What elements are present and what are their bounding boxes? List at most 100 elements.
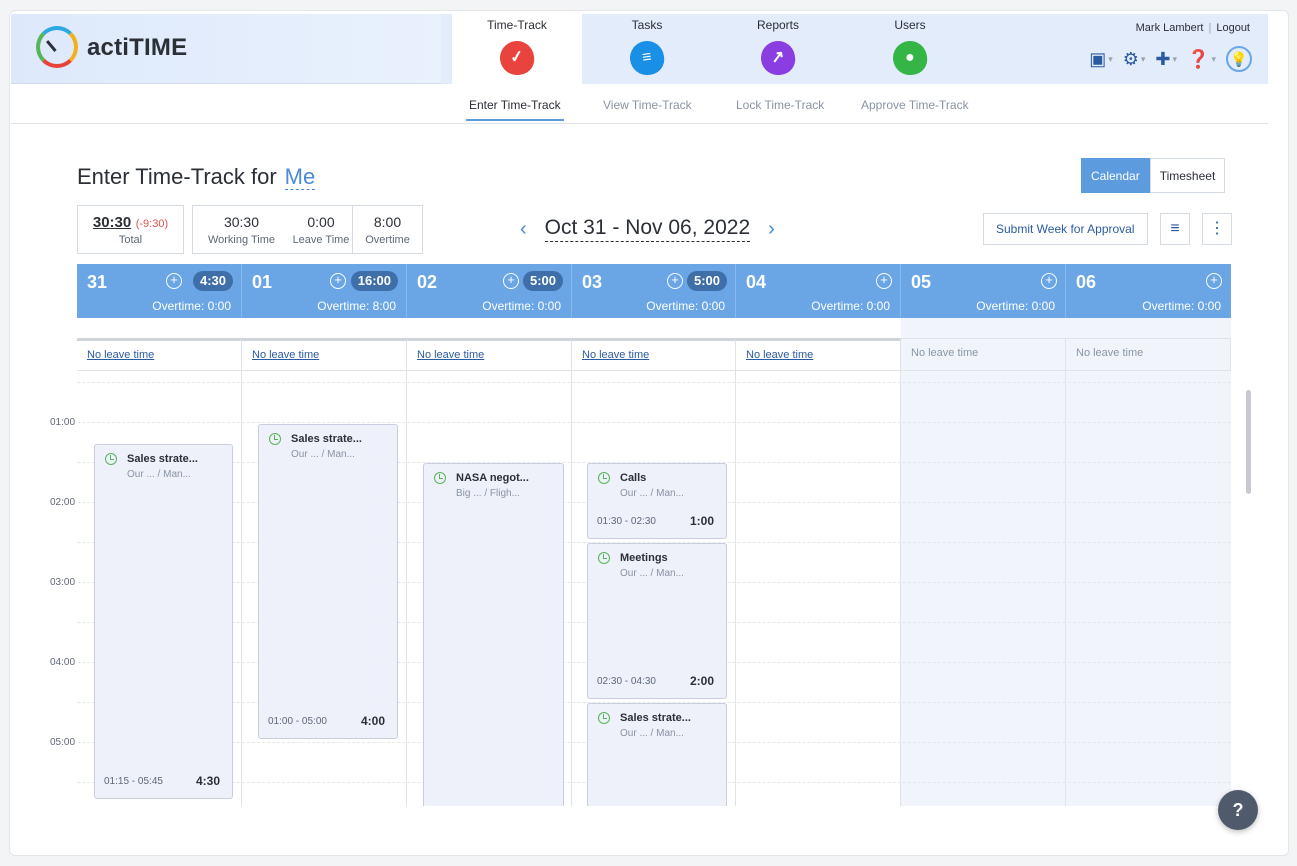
day-column-weekend[interactable] <box>901 371 1066 806</box>
add-entry-icon[interactable]: + <box>166 273 182 289</box>
leave-time-value: 0:00 <box>307 214 335 230</box>
chevron-down-icon: ▾ <box>1108 53 1113 64</box>
no-leave-time-link[interactable]: No leave time <box>746 349 813 361</box>
day-number: 05 <box>911 272 932 292</box>
previous-week-button[interactable]: ‹ <box>520 218 527 241</box>
weekend-spacer <box>901 318 1231 338</box>
top-navigation-bar: actiTIME Time-Track ✓ Tasks ≡ Reports ↗ … <box>11 14 1268 84</box>
overtime: 8:00 Overtime <box>352 206 422 253</box>
total-value[interactable]: 30:30 <box>93 214 131 231</box>
subtab-view-time-track[interactable]: View Time-Track <box>603 98 692 112</box>
clock-icon <box>105 453 117 465</box>
working-time-caption: Working Time <box>207 234 276 246</box>
gear-icon: ⚙ <box>1122 48 1139 69</box>
lightbulb-icon[interactable]: 💡 <box>1226 46 1252 72</box>
clock-icon <box>598 472 610 484</box>
list-icon: ≡ <box>627 38 667 78</box>
week-range-selector[interactable]: Oct 31 - Nov 06, 2022 <box>544 216 751 242</box>
module-tab-tasks[interactable]: Tasks ≡ <box>582 14 712 84</box>
entry-task: NASA negot... <box>456 472 529 484</box>
time-entry[interactable]: Calls Our ... / Man... 01:30 - 02:30 1:0… <box>587 463 727 539</box>
overtime-caption: Overtime <box>365 234 410 246</box>
no-leave-time-link[interactable]: No leave time <box>87 349 154 361</box>
page-title-text: Enter Time-Track for <box>77 164 277 189</box>
user-selector[interactable]: Me <box>284 164 316 190</box>
subtab-lock-time-track[interactable]: Lock Time-Track <box>736 98 824 112</box>
day-total-badge: 4:30 <box>192 271 233 291</box>
no-leave-time-link[interactable]: No leave time <box>252 349 319 361</box>
next-week-button[interactable]: › <box>768 218 775 241</box>
grid-line <box>77 382 1231 383</box>
more-options-button[interactable]: ⋮ <box>1202 213 1232 245</box>
entry-duration: 4:00 <box>360 714 385 728</box>
subtab-enter-time-track[interactable]: Enter Time-Track <box>466 98 564 121</box>
submit-week-button[interactable]: Submit Week for Approval <box>983 213 1148 245</box>
time-entry[interactable]: Sales strate... Our ... / Man... 01:15 -… <box>94 444 233 799</box>
day-column[interactable] <box>736 371 901 806</box>
question-icon: ❓ <box>1187 48 1210 69</box>
day-total-badge: 16:00 <box>350 271 398 291</box>
time-entry[interactable]: Sales strate... Our ... / Man... <box>587 703 727 806</box>
week-navigator: ‹ Oct 31 - Nov 06, 2022 › <box>520 216 775 242</box>
time-entry[interactable]: NASA negot... Big ... / Fligh... <box>423 463 564 806</box>
help-button[interactable]: ? <box>1218 790 1258 830</box>
day-column-weekend[interactable] <box>1066 371 1231 806</box>
add-entry-icon[interactable]: + <box>330 273 346 289</box>
entry-project: Our ... / Man... <box>127 469 191 480</box>
day-overtime: Overtime: 8:00 <box>317 299 396 313</box>
clock-icon <box>598 552 610 564</box>
total-difference: (-9:30) <box>135 218 169 230</box>
entry-project: Our ... / Man... <box>620 568 684 579</box>
no-leave-time-link[interactable]: No leave time <box>582 349 649 361</box>
vertical-scrollbar[interactable] <box>1246 390 1251 494</box>
leave-row: No leave time <box>901 338 1066 371</box>
module-tab-users[interactable]: Users ● <box>845 14 975 84</box>
logo-area[interactable]: actiTIME <box>11 14 441 84</box>
puzzle-icon: ✚ <box>1155 48 1171 69</box>
day-header: 02 + 5:00 Overtime: 0:00 <box>407 264 572 318</box>
day-header: 31 + 4:30 Overtime: 0:00 <box>77 264 242 318</box>
module-tab-label: Tasks <box>631 18 663 32</box>
time-breakdown: 30:30 Working Time 0:00 Leave Time 8:00 … <box>192 205 423 254</box>
timesheet-view-button[interactable]: Timesheet <box>1149 158 1226 193</box>
list-view-button[interactable]: ≡ <box>1160 213 1190 245</box>
module-tab-time-track[interactable]: Time-Track ✓ <box>452 14 582 84</box>
calendar-view-button[interactable]: Calendar <box>1081 158 1150 193</box>
day-overtime: Overtime: 0:00 <box>646 299 725 313</box>
help-menu-button[interactable]: ❓ ▾ <box>1187 49 1216 70</box>
subtab-approve-time-track[interactable]: Approve Time-Track <box>861 98 969 112</box>
day-header: 06 + Overtime: 0:00 <box>1066 264 1231 318</box>
overtime-value: 8:00 <box>373 214 402 230</box>
logout-link[interactable]: Logout <box>1216 22 1250 34</box>
working-time-value: 30:30 <box>223 214 260 230</box>
day-number: 31 <box>87 272 108 292</box>
settings-menu-button[interactable]: ⚙ ▾ <box>1123 49 1146 70</box>
view-toggle: Calendar Timesheet <box>1081 158 1226 193</box>
entry-project: Our ... / Man... <box>291 449 355 460</box>
toolbar-icons: ▣ ▾ ⚙ ▾ ✚ ▾ ❓ ▾ 💡 <box>1089 46 1252 72</box>
add-entry-icon[interactable]: + <box>503 273 519 289</box>
addons-menu-button[interactable]: ✚ ▾ <box>1155 49 1177 70</box>
entry-project: Big ... / Fligh... <box>456 488 520 499</box>
no-leave-time-link[interactable]: No leave time <box>417 349 484 361</box>
add-entry-icon[interactable]: + <box>1041 273 1057 289</box>
total-summary: 30:30 (-9:30) Total <box>77 205 184 254</box>
actitime-logo-icon <box>36 26 78 68</box>
user-name-link[interactable]: Mark Lambert <box>1136 22 1204 34</box>
module-tab-label: Time-Track <box>487 18 547 32</box>
add-entry-icon[interactable]: + <box>667 273 683 289</box>
time-entry[interactable]: Meetings Our ... / Man... 02:30 - 04:30 … <box>587 543 727 699</box>
module-tab-reports[interactable]: Reports ↗ <box>713 14 843 84</box>
entry-project: Our ... / Man... <box>620 728 684 739</box>
check-icon: ✓ <box>497 38 537 78</box>
entry-task: Calls <box>620 472 647 484</box>
calendar-menu-button[interactable]: ▣ ▾ <box>1089 49 1113 70</box>
day-header: 04 + Overtime: 0:00 <box>736 264 901 318</box>
leave-time-caption: Leave Time <box>292 234 350 246</box>
add-entry-icon[interactable]: + <box>1206 273 1222 289</box>
working-time: 30:30 Working Time <box>193 206 290 253</box>
time-entry[interactable]: Sales strate... Our ... / Man... 01:00 -… <box>258 424 398 739</box>
add-entry-icon[interactable]: + <box>876 273 892 289</box>
entry-duration: 4:30 <box>195 774 220 788</box>
page-title: Enter Time-Track for Me <box>77 164 316 190</box>
